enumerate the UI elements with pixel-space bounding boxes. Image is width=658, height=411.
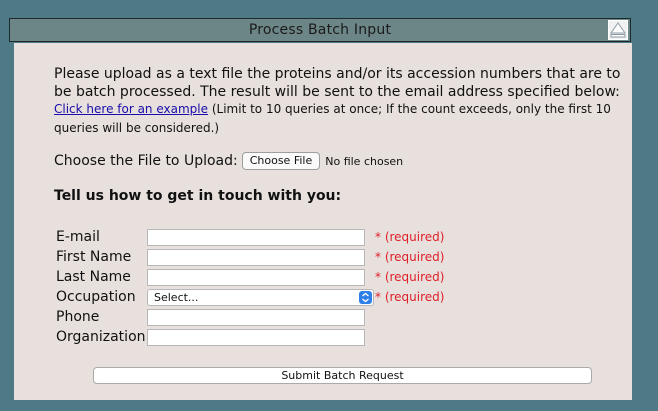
- email-label: E-mail: [56, 229, 100, 245]
- organization-label: Organization: [56, 329, 146, 345]
- occupation-selected-value: Select...: [154, 290, 199, 304]
- organization-row: Organization: [56, 327, 365, 347]
- last-name-label: Last Name: [56, 269, 131, 285]
- submit-batch-button[interactable]: Submit Batch Request: [93, 367, 592, 384]
- occupation-row: Occupation Select... * (required): [56, 287, 444, 307]
- occupation-label: Occupation: [56, 289, 136, 305]
- email-field[interactable]: [147, 228, 365, 246]
- contact-heading: Tell us how to get in touch with you:: [54, 188, 342, 204]
- phone-label: Phone: [56, 309, 100, 325]
- file-upload-row: Choose the File to Upload: Choose File N…: [54, 152, 403, 170]
- intro-note: Click here for an example (Limit to 10 q…: [54, 100, 624, 138]
- example-link[interactable]: Click here for an example: [54, 102, 208, 116]
- first-name-field[interactable]: [147, 248, 365, 266]
- select-arrows-icon: [359, 290, 372, 304]
- phone-field[interactable]: [147, 308, 365, 326]
- last-name-field[interactable]: [147, 268, 365, 286]
- page-title: Process Batch Input: [248, 22, 392, 38]
- collapse-button[interactable]: [608, 20, 628, 40]
- choose-file-button[interactable]: Choose File: [241, 152, 321, 170]
- eject-up-icon: [610, 22, 626, 38]
- batch-panel: Please upload as a text file the protein…: [14, 43, 632, 400]
- panel-titlebar: Process Batch Input: [9, 18, 631, 42]
- intro-text: Please upload as a text file the protein…: [54, 66, 621, 100]
- file-status: No file chosen: [325, 154, 404, 168]
- file-upload-label: Choose the File to Upload:: [54, 153, 238, 169]
- email-row: E-mail * (required): [56, 227, 444, 247]
- first-name-required-note: * (required): [375, 250, 445, 264]
- occupation-select[interactable]: Select...: [147, 288, 374, 306]
- occupation-required-note: * (required): [375, 290, 445, 304]
- first-name-row: First Name * (required): [56, 247, 444, 267]
- last-name-required-note: * (required): [375, 270, 445, 284]
- organization-field[interactable]: [147, 328, 365, 346]
- first-name-label: First Name: [56, 249, 132, 265]
- phone-row: Phone: [56, 307, 365, 327]
- email-required-note: * (required): [375, 230, 445, 244]
- last-name-row: Last Name * (required): [56, 267, 444, 287]
